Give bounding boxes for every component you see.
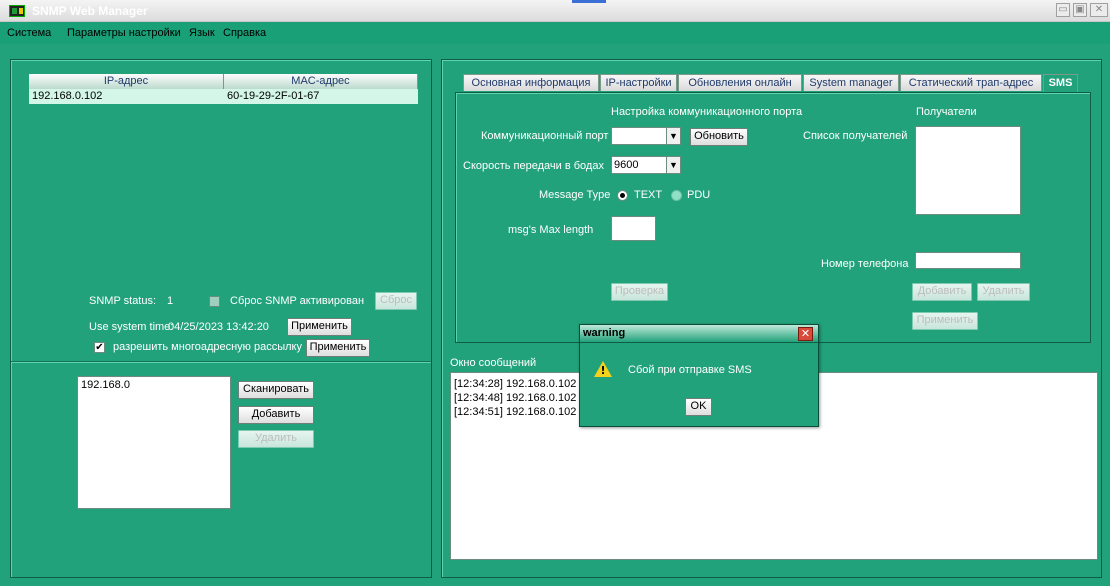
ip-scan-list-item[interactable]: 192.168.0 bbox=[81, 379, 130, 391]
scan-button[interactable]: Сканировать bbox=[238, 381, 314, 399]
message-type-label: Message Type bbox=[539, 189, 611, 201]
add-ip-button[interactable]: Добавить bbox=[238, 406, 314, 424]
message-log-title: Окно сообщений bbox=[450, 357, 537, 369]
apply-time-button[interactable]: Применить bbox=[287, 318, 352, 336]
port-select[interactable]: ▼ bbox=[611, 127, 681, 145]
port-label: Коммуникационный порт bbox=[481, 130, 609, 142]
radio-text[interactable] bbox=[617, 190, 628, 201]
chevron-down-icon[interactable]: ▼ bbox=[666, 157, 680, 173]
dialog-title-bar[interactable]: warning bbox=[580, 325, 818, 343]
delete-recipient-button[interactable]: Удалить bbox=[977, 283, 1030, 301]
dialog-title: warning bbox=[583, 327, 626, 339]
delete-ip-button[interactable]: Удалить bbox=[238, 430, 314, 448]
baud-label: Скорость передачи в бодах bbox=[463, 160, 604, 172]
system-time-label: Use system time: bbox=[89, 321, 174, 333]
baud-select-value: 9600 bbox=[614, 159, 639, 171]
minimize-button[interactable]: ▭ bbox=[1056, 3, 1070, 17]
baud-select[interactable]: 9600 ▼ bbox=[611, 156, 681, 174]
ok-button[interactable]: OK bbox=[685, 398, 712, 416]
warning-dialog: warning ✕ ! Сбой при отправке SMS OK bbox=[579, 324, 819, 427]
table-cell-mac[interactable]: 60-19-29-2F-01-67 bbox=[224, 89, 418, 104]
close-window-button[interactable]: ✕ bbox=[1090, 3, 1108, 17]
title-accent-mark bbox=[572, 0, 606, 3]
phone-input[interactable] bbox=[915, 252, 1021, 269]
snmp-status-label: SNMP status: bbox=[89, 295, 157, 307]
radio-pdu-label[interactable]: PDU bbox=[687, 189, 710, 201]
menu-item-language[interactable]: Язык bbox=[189, 27, 215, 39]
radio-pdu[interactable] bbox=[671, 190, 682, 201]
max-length-input[interactable] bbox=[611, 216, 656, 241]
multicast-label: разрешить многоадресную рассылку bbox=[113, 341, 302, 353]
radio-text-label[interactable]: TEXT bbox=[634, 189, 662, 201]
max-length-label: msg's Max length bbox=[508, 224, 594, 236]
add-recipient-button[interactable]: Добавить bbox=[912, 283, 972, 301]
close-icon[interactable]: ✕ bbox=[798, 327, 813, 341]
tab-static-trap[interactable]: Статический трап-адрес bbox=[900, 74, 1042, 91]
device-table: IP-адрес MAC-адрес 192.168.0.102 60-19-2… bbox=[29, 74, 418, 104]
app-icon bbox=[9, 5, 25, 17]
window-title: SNMP Web Manager bbox=[32, 4, 148, 18]
chevron-down-icon[interactable]: ▼ bbox=[666, 128, 680, 144]
tab-online-updates[interactable]: Обновления онлайн bbox=[678, 74, 802, 91]
menu-bar: Система Параметры настройки Язык Справка bbox=[0, 22, 1110, 44]
system-time-value: 04/25/2023 13:42:20 bbox=[168, 321, 269, 333]
menu-item-system[interactable]: Система bbox=[7, 27, 51, 39]
port-section-title: Настройка коммуникационного порта bbox=[611, 106, 803, 118]
log-line: [12:34:51] 192.168.0.102 bbox=[454, 406, 577, 418]
ip-scan-list[interactable]: 192.168.0 bbox=[77, 376, 231, 509]
warning-exclamation-icon: ! bbox=[600, 364, 606, 377]
reset-button[interactable]: Сброс bbox=[375, 292, 417, 310]
tab-sms[interactable]: SMS bbox=[1043, 74, 1078, 92]
dialog-message: Сбой при отправке SMS bbox=[628, 364, 752, 376]
panel-divider bbox=[11, 361, 431, 363]
apply-recipients-button[interactable]: Применить bbox=[912, 312, 978, 330]
recipients-list[interactable] bbox=[915, 126, 1021, 215]
refresh-port-button[interactable]: Обновить bbox=[690, 128, 748, 146]
multicast-checkbox[interactable]: ✔ bbox=[94, 342, 105, 353]
menu-item-help[interactable]: Справка bbox=[223, 27, 266, 39]
recipients-title: Получатели bbox=[916, 106, 977, 118]
tab-basic-info[interactable]: Основная информация bbox=[463, 74, 599, 91]
maximize-button[interactable]: ▣ bbox=[1073, 3, 1087, 17]
column-header-ip[interactable]: IP-адрес bbox=[29, 74, 224, 89]
tab-system-manager[interactable]: System manager bbox=[803, 74, 899, 91]
log-line: [12:34:48] 192.168.0.102 bbox=[454, 392, 577, 404]
menu-item-settings[interactable]: Параметры настройки bbox=[67, 27, 181, 39]
reset-activated-checkbox[interactable] bbox=[209, 296, 220, 307]
check-button[interactable]: Проверка bbox=[611, 283, 668, 301]
title-bar bbox=[0, 0, 1110, 22]
apply-multicast-button[interactable]: Применить bbox=[306, 339, 370, 357]
column-header-mac[interactable]: MAC-адрес bbox=[224, 74, 418, 89]
table-cell-ip[interactable]: 192.168.0.102 bbox=[29, 89, 224, 104]
recipients-list-label: Список получателей bbox=[803, 130, 908, 142]
snmp-status-value: 1 bbox=[167, 295, 174, 307]
tab-ip-settings[interactable]: IP-настройки bbox=[600, 74, 677, 91]
phone-label: Номер телефона bbox=[821, 258, 909, 270]
reset-activated-label: Сброс SNMP активирован bbox=[230, 295, 365, 307]
log-line: [12:34:28] 192.168.0.102 bbox=[454, 378, 577, 390]
